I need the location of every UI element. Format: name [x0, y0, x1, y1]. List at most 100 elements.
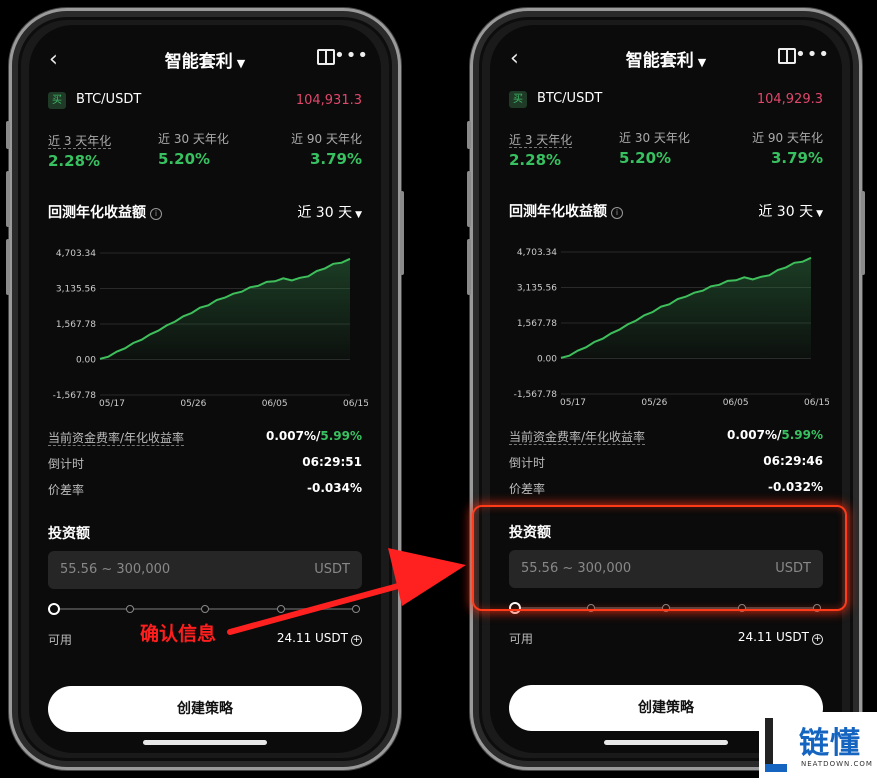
plus-icon[interactable]: +	[812, 634, 823, 645]
stat-label: 近 30 天年化	[158, 132, 229, 146]
funding-row: 当前资金费率/年化收益率 0.007%/5.99%	[509, 428, 823, 454]
y-tick-label: 4,703.34	[56, 249, 96, 259]
side-button	[6, 121, 10, 149]
y-tick-label: -1,567.78	[53, 391, 97, 401]
annotation-text: 确认信息	[140, 623, 217, 645]
available-value: 24.11 USDT +	[276, 631, 362, 646]
stat-30d: 近 30 天年化 5.20%	[158, 130, 229, 168]
stat-value: 2.28%	[509, 151, 562, 169]
side-button	[467, 171, 471, 227]
home-indicator	[604, 740, 728, 745]
chart-header: 回测年化收益额 i 近 30 天 ▼	[509, 201, 823, 221]
phone-frame-left: ‹ 智能套利 ▼ ••• 买 BTC/USDT 104,931.3 近 3 天年化…	[6, 8, 404, 770]
slider-stop[interactable]	[277, 605, 285, 613]
spread-label: 价差率	[509, 482, 546, 496]
side-button	[467, 121, 471, 149]
countdown-row: 倒计时 06:29:51	[48, 455, 362, 481]
plus-icon[interactable]: +	[351, 635, 362, 646]
y-tick-label: 1,567.78	[517, 319, 557, 329]
pair-price: 104,931.3	[295, 93, 362, 108]
info-rows: 当前资金费率/年化收益率 0.007%/5.99% 倒计时 06:29:51 价…	[48, 429, 362, 507]
create-strategy-button[interactable]: 创建策略	[48, 686, 362, 732]
y-tick-label: 3,135.56	[517, 284, 557, 294]
info-icon[interactable]: i	[150, 208, 162, 220]
stat-value: 3.79%	[770, 149, 823, 167]
stat-90d: 近 90 天年化 3.79%	[752, 129, 823, 167]
stat-value: 5.20%	[158, 150, 211, 168]
available-label: 可用	[48, 633, 73, 647]
funding-row: 当前资金费率/年化收益率 0.007%/5.99%	[48, 429, 362, 455]
pair-symbol: BTC/USDT	[537, 91, 603, 106]
funding-label[interactable]: 当前资金费率/年化收益率	[509, 430, 646, 445]
caret-down-icon: ▼	[355, 210, 362, 220]
countdown-label: 倒计时	[48, 457, 85, 471]
info-rows: 当前资金费率/年化收益率 0.007%/5.99% 倒计时 06:29:46 价…	[509, 428, 823, 506]
side-badge: 买	[509, 91, 527, 108]
range-selector[interactable]: 近 30 天 ▼	[758, 201, 823, 221]
spread-row: 价差率 -0.032%	[509, 480, 823, 506]
input-unit: USDT	[314, 562, 350, 577]
stat-value: 3.79%	[309, 150, 362, 168]
home-indicator	[143, 740, 267, 745]
amount-slider[interactable]	[48, 603, 360, 615]
slider-stop[interactable]	[126, 605, 134, 613]
invest-input[interactable]: 55.56 ~ 300,000 USDT	[48, 551, 362, 589]
info-icon[interactable]: i	[611, 207, 623, 219]
funding-label[interactable]: 当前资金费率/年化收益率	[48, 431, 185, 446]
range-selector[interactable]: 近 30 天 ▼	[297, 202, 362, 222]
stat-value: 2.28%	[48, 152, 101, 170]
chart-header: 回测年化收益额 i 近 30 天 ▼	[48, 202, 362, 222]
trading-pair: 买 BTC/USDT 104,931.3	[48, 90, 362, 112]
logo-en: NEATDOWN.COM	[801, 760, 873, 768]
x-tick-label: 06/15	[343, 399, 368, 409]
x-tick-label: 05/26	[180, 399, 206, 409]
x-tick-label: 06/05	[723, 398, 749, 408]
y-tick-label: 0.00	[537, 355, 557, 365]
spread-row: 价差率 -0.034%	[48, 481, 362, 507]
yield-chart: 4,703.343,135.561,567.780.00-1,567.7805/…	[53, 249, 368, 409]
countdown-row: 倒计时 06:29:46	[509, 454, 823, 480]
stat-3d: 近 3 天年化 2.28%	[48, 130, 112, 170]
countdown-value: 06:29:51	[302, 455, 362, 469]
stat-30d: 近 30 天年化 5.20%	[619, 129, 690, 167]
spread-value: -0.034%	[307, 481, 362, 495]
highlight-box	[472, 505, 847, 611]
chart-title: 回测年化收益额	[509, 204, 607, 220]
spread-label: 价差率	[48, 483, 85, 497]
phone-frame-right: ‹ 智能套利 ▼ ••• 买 BTC/USDT 104,929.3 近 3 天年化…	[467, 8, 865, 770]
caret-down-icon: ▼	[816, 209, 823, 219]
stat-label: 近 90 天年化	[291, 132, 362, 146]
x-tick-label: 06/15	[804, 398, 829, 408]
nav-bar: ‹ 智能套利 ▼ •••	[490, 44, 842, 72]
caret-down-icon: ▼	[697, 56, 707, 69]
yield-stats: 近 3 天年化 2.28% 近 30 天年化 5.20% 近 90 天年化 3.…	[509, 129, 823, 171]
x-tick-label: 05/17	[560, 398, 586, 408]
y-tick-label: 0.00	[76, 356, 96, 366]
slider-stop[interactable]	[201, 605, 209, 613]
side-badge: 买	[48, 92, 66, 109]
stat-label: 近 3 天年化	[509, 133, 573, 148]
side-button	[6, 171, 10, 227]
invest-label: 投资额	[48, 526, 90, 542]
x-tick-label: 05/17	[99, 399, 125, 409]
stat-label: 近 3 天年化	[48, 134, 112, 149]
pair-symbol: BTC/USDT	[76, 92, 142, 107]
caret-down-icon: ▼	[236, 57, 246, 70]
more-icon[interactable]: •••	[334, 45, 369, 66]
book-icon[interactable]	[317, 49, 335, 65]
countdown-value: 06:29:46	[763, 454, 823, 468]
y-tick-label: 1,567.78	[56, 320, 96, 330]
watermark-logo: 链懂 NEATDOWN.COM	[759, 712, 877, 778]
stat-3d: 近 3 天年化 2.28%	[509, 129, 573, 169]
logo-cn: 链懂	[799, 726, 861, 761]
side-button	[6, 239, 10, 295]
x-tick-label: 05/26	[641, 398, 667, 408]
funding-value: 0.007%/5.99%	[726, 428, 823, 442]
more-icon[interactable]: •••	[795, 44, 830, 65]
slider-knob[interactable]	[48, 603, 60, 615]
stat-90d: 近 90 天年化 3.79%	[291, 130, 362, 168]
yield-stats: 近 3 天年化 2.28% 近 30 天年化 5.20% 近 90 天年化 3.…	[48, 130, 362, 172]
slider-stop[interactable]	[352, 605, 360, 613]
book-icon[interactable]	[778, 48, 796, 64]
available-row: 可用 24.11 USDT +	[509, 630, 823, 648]
